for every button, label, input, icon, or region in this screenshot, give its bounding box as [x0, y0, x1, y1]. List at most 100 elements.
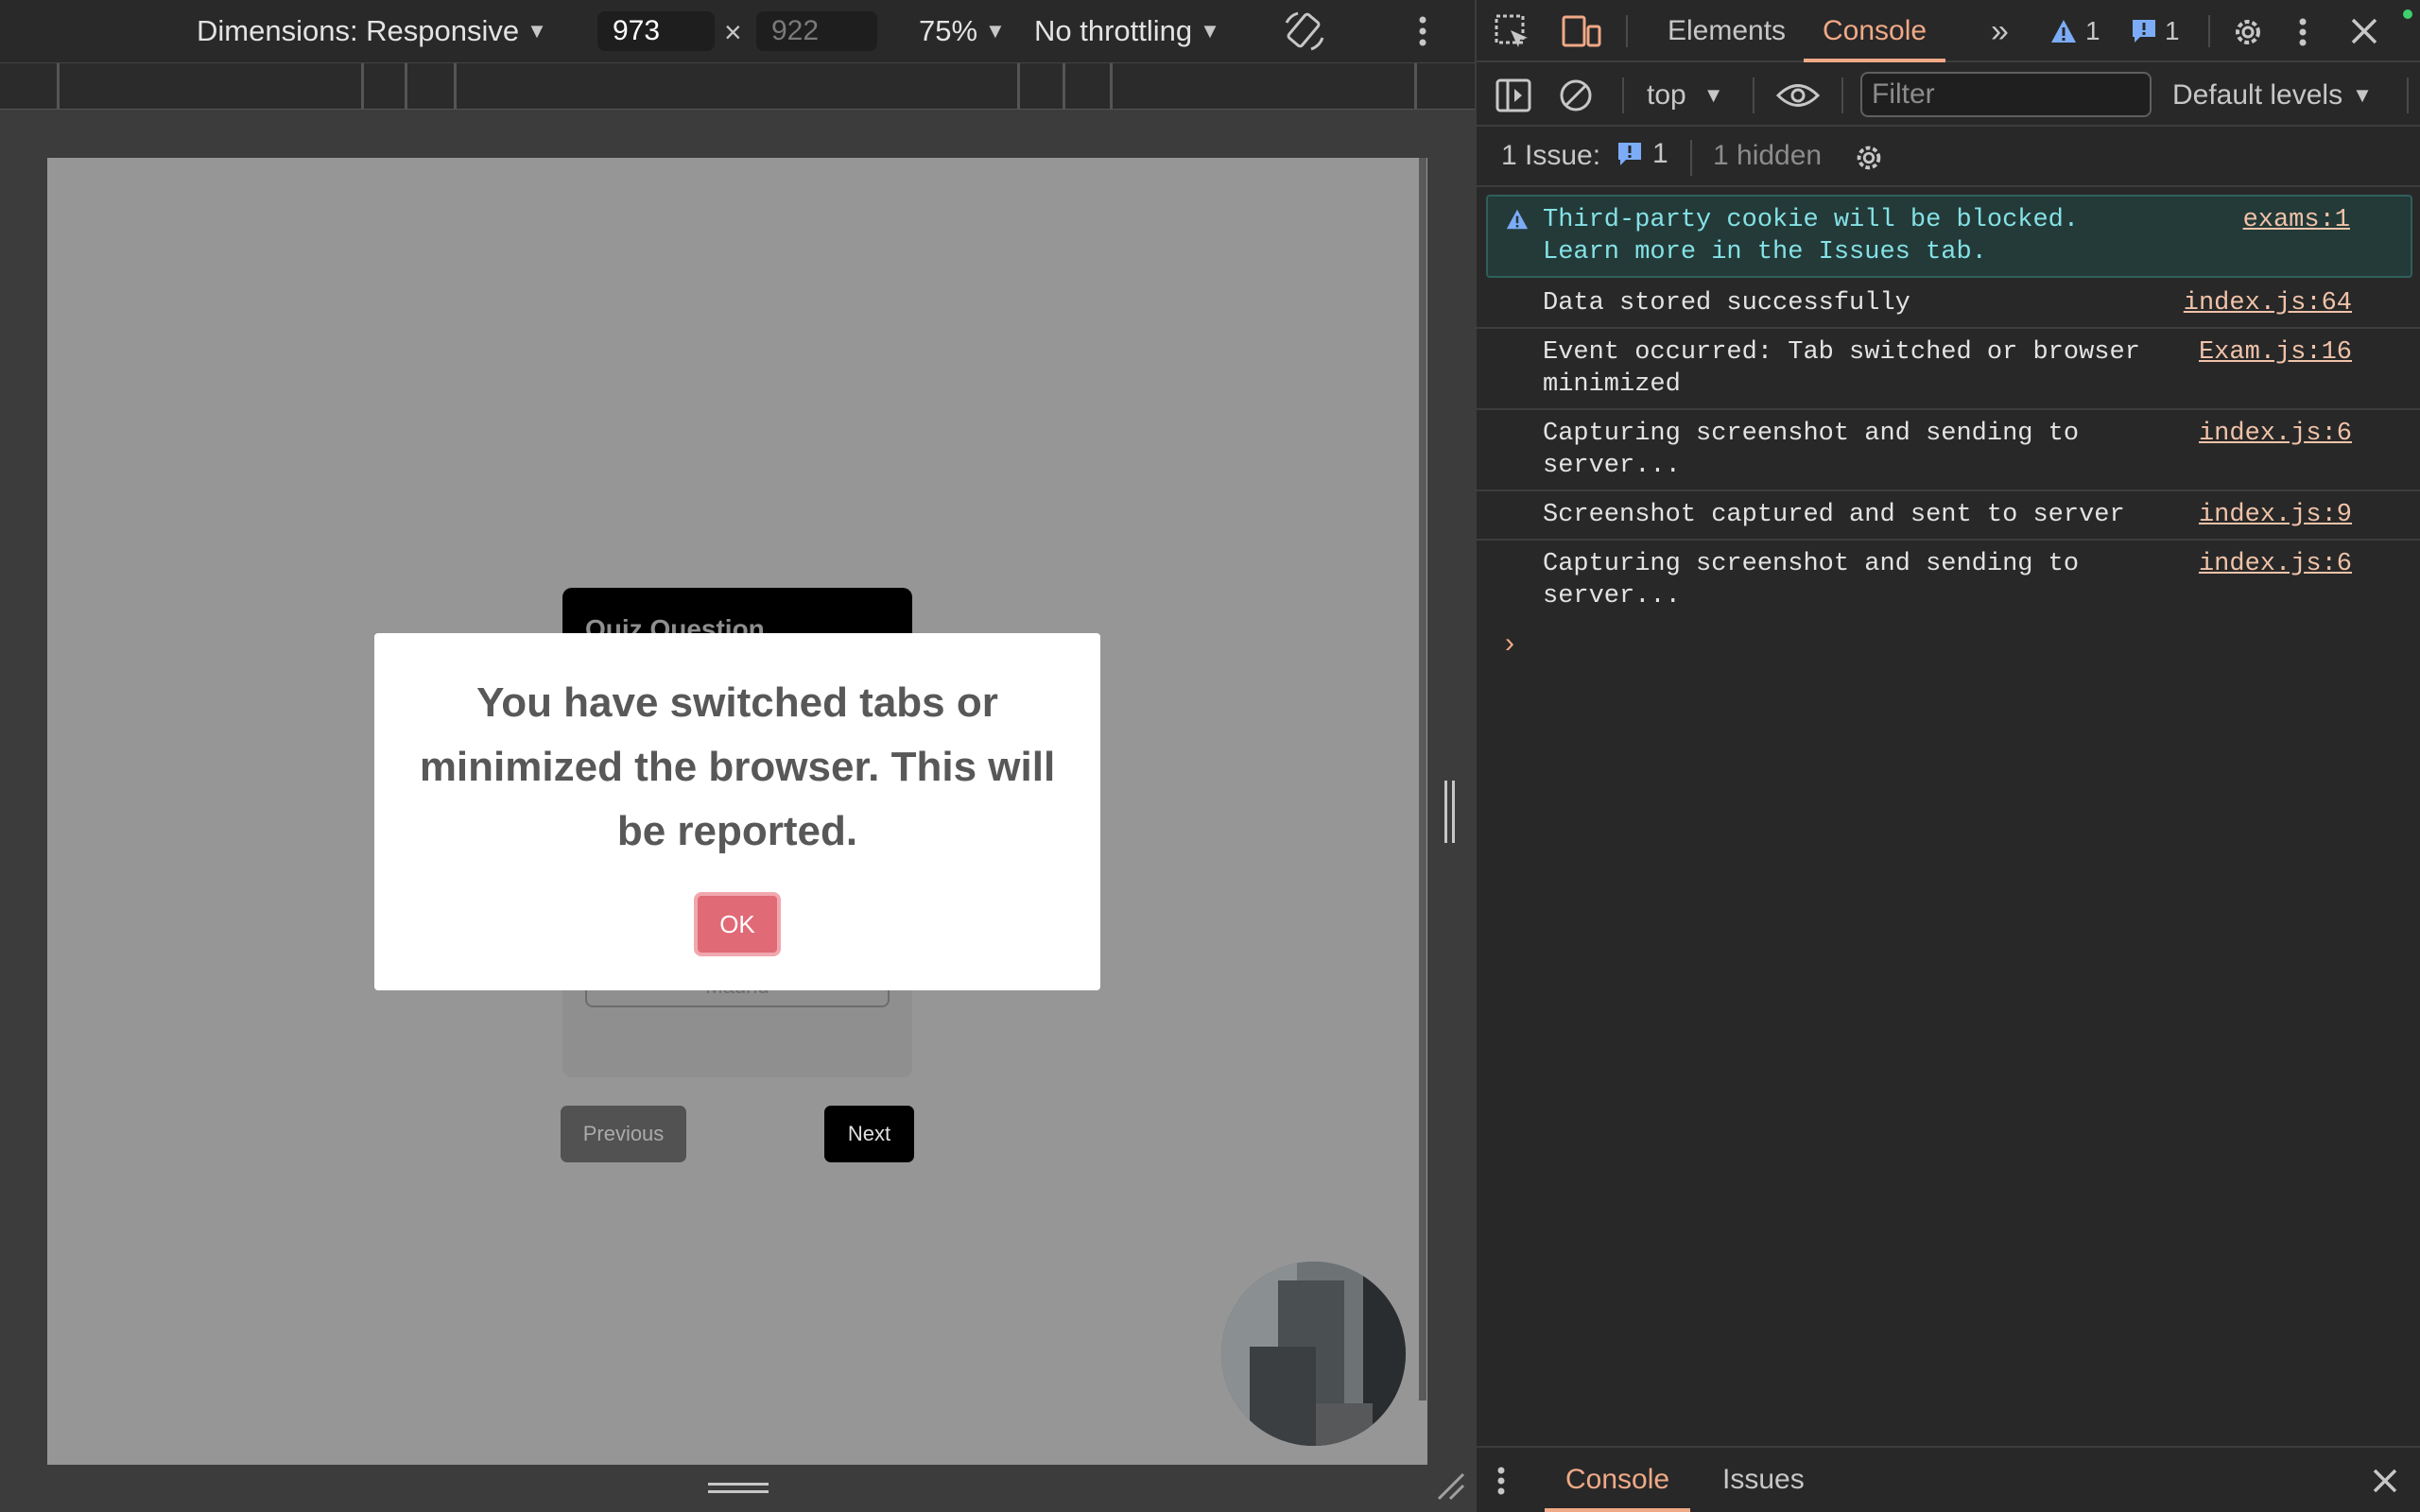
- close-icon[interactable]: [2371, 1467, 2399, 1495]
- divider: [1622, 77, 1624, 113]
- status-dot: [2403, 9, 2412, 19]
- live-expression-eye-icon[interactable]: [1775, 79, 1821, 112]
- context-label: top: [1647, 79, 1686, 111]
- divider: [1841, 77, 1843, 113]
- chevron-down-icon: ▼: [527, 19, 547, 43]
- chevron-down-icon: ▼: [985, 19, 1006, 43]
- device-toggle-icon[interactable]: [1562, 13, 1601, 51]
- issue-count: 1: [2165, 16, 2180, 45]
- console-message: Screenshot captured and sent to server i…: [1477, 491, 2420, 541]
- dimensions-dropdown[interactable]: Dimensions: Responsive ▼: [197, 0, 547, 62]
- warning-badge[interactable]: 1: [2049, 0, 2100, 62]
- console-prompt[interactable]: ›: [1505, 627, 1514, 660]
- device-emulation-pane: Dimensions: Responsive ▼ 973 × 922 75% ▼…: [0, 0, 1475, 1512]
- console-message-text: Third-party cookie will be blocked. Lear…: [1543, 206, 2080, 266]
- throttling-label: No throttling: [1034, 14, 1193, 47]
- resize-handle-icon[interactable]: [708, 1482, 769, 1495]
- gear-icon[interactable]: [2229, 13, 2267, 51]
- console-source-link[interactable]: index.js:6: [2199, 548, 2352, 580]
- console-toolbar: top ▼ Filter Default levels ▼: [1477, 64, 2420, 127]
- device-toolbar: Dimensions: Responsive ▼ 973 × 922 75% ▼…: [0, 0, 1475, 62]
- console-message-text: Capturing screenshot and sending to serv…: [1543, 550, 2080, 610]
- ruler-tick: [1017, 63, 1020, 109]
- dimensions-label: Dimensions: Responsive: [197, 14, 520, 47]
- console-message: Capturing screenshot and sending to serv…: [1477, 410, 2420, 491]
- hidden-issues-label: 1 hidden: [1713, 140, 1823, 171]
- log-levels-label: Default levels: [2172, 79, 2343, 111]
- webcam-preview: [1221, 1262, 1406, 1446]
- divider: [1626, 15, 1628, 47]
- tab-console[interactable]: Console: [1804, 0, 1946, 62]
- chevron-down-icon: ▼: [1703, 83, 1724, 107]
- drawer-tab-console[interactable]: Console: [1545, 1448, 1691, 1512]
- warning-icon: [2051, 20, 2076, 43]
- issue-icon: [1618, 143, 1641, 165]
- chevron-down-icon: ▼: [2352, 83, 2373, 107]
- console-source-link[interactable]: Exam.js:16: [2199, 336, 2352, 369]
- zoom-dropdown[interactable]: 75% ▼: [919, 0, 1006, 62]
- clear-console-icon[interactable]: [1558, 77, 1594, 113]
- issue-icon: [2133, 20, 2155, 43]
- log-levels-dropdown[interactable]: Default levels ▼: [2172, 64, 2373, 127]
- filter-input[interactable]: Filter: [1860, 72, 2152, 117]
- divider: [2208, 15, 2210, 47]
- modal-message: You have switched tabs or minimized the …: [419, 679, 1056, 854]
- devtools-drawer: Console Issues: [1477, 1446, 2420, 1512]
- page-viewport[interactable]: Quiz Question Madrid Previous Next You h…: [47, 158, 1427, 1465]
- issues-bar: 1 Issue: 1 1 hidden: [1477, 129, 2420, 187]
- viewport-scrollbar[interactable]: [1419, 158, 1426, 1400]
- inspect-element-icon[interactable]: [1494, 13, 1531, 51]
- issues-badge[interactable]: 1: [2131, 0, 2180, 62]
- more-vertical-icon[interactable]: [2293, 13, 2312, 51]
- ruler-tick: [1110, 63, 1113, 109]
- resize-corner-icon[interactable]: [1435, 1470, 1465, 1501]
- warning-count: 1: [2085, 16, 2100, 45]
- more-vertical-icon[interactable]: [1409, 9, 1437, 53]
- console-log: Third-party cookie will be blocked. Lear…: [1477, 189, 2420, 620]
- devtools-tabbar: Elements Console » 1 1: [1477, 0, 2420, 62]
- console-source-link[interactable]: index.js:64: [2184, 287, 2352, 319]
- divider: [2407, 77, 2409, 113]
- gear-icon[interactable]: [1851, 140, 1887, 176]
- console-source-link[interactable]: index.js:9: [2199, 499, 2352, 531]
- resize-handle-icon[interactable]: [1443, 781, 1458, 843]
- height-input[interactable]: 922: [756, 11, 877, 51]
- ruler-tick: [454, 63, 457, 109]
- more-vertical-icon[interactable]: [1492, 1463, 1511, 1499]
- alert-modal: You have switched tabs or minimized the …: [374, 633, 1100, 990]
- zoom-label: 75%: [919, 14, 978, 47]
- issues-label: 1 Issue:: [1501, 140, 1601, 171]
- previous-button[interactable]: Previous: [561, 1106, 686, 1162]
- chevron-down-icon: ▼: [1200, 19, 1220, 43]
- issues-count-link[interactable]: 1: [1616, 138, 1668, 170]
- close-icon[interactable]: [2348, 15, 2380, 47]
- console-message-text: Capturing screenshot and sending to serv…: [1543, 420, 2080, 480]
- times-sign: ×: [724, 15, 742, 49]
- console-message: Data stored successfully index.js:64: [1477, 280, 2420, 329]
- ok-button[interactable]: OK: [694, 892, 781, 956]
- console-source-link[interactable]: exams:1: [2243, 204, 2350, 236]
- console-message-warning: Third-party cookie will be blocked. Lear…: [1486, 195, 2412, 278]
- width-input[interactable]: 973: [597, 11, 715, 51]
- issues-count: 1: [1652, 138, 1668, 169]
- throttling-dropdown[interactable]: No throttling ▼: [1034, 0, 1220, 62]
- ruler-tick: [361, 63, 364, 109]
- ruler-tick: [1414, 63, 1417, 109]
- rotate-icon[interactable]: [1281, 9, 1328, 53]
- divider: [1690, 140, 1692, 176]
- media-query-ruler[interactable]: [0, 62, 1475, 110]
- next-button[interactable]: Next: [824, 1106, 914, 1162]
- console-message-text: Data stored successfully: [1543, 289, 1910, 318]
- console-source-link[interactable]: index.js:6: [2199, 418, 2352, 450]
- ruler-tick: [57, 63, 60, 109]
- divider: [1753, 77, 1754, 113]
- drawer-tab-issues[interactable]: Issues: [1722, 1448, 1805, 1512]
- console-message-text: Event occurred: Tab switched or browser …: [1543, 338, 2140, 399]
- more-tabs-icon[interactable]: »: [1991, 0, 2009, 62]
- tab-elements[interactable]: Elements: [1668, 0, 1786, 62]
- ruler-tick: [405, 63, 407, 109]
- ruler-tick: [1063, 63, 1065, 109]
- console-message: Event occurred: Tab switched or browser …: [1477, 329, 2420, 410]
- sidebar-toggle-icon[interactable]: [1495, 77, 1531, 113]
- context-dropdown[interactable]: top ▼: [1647, 64, 1724, 127]
